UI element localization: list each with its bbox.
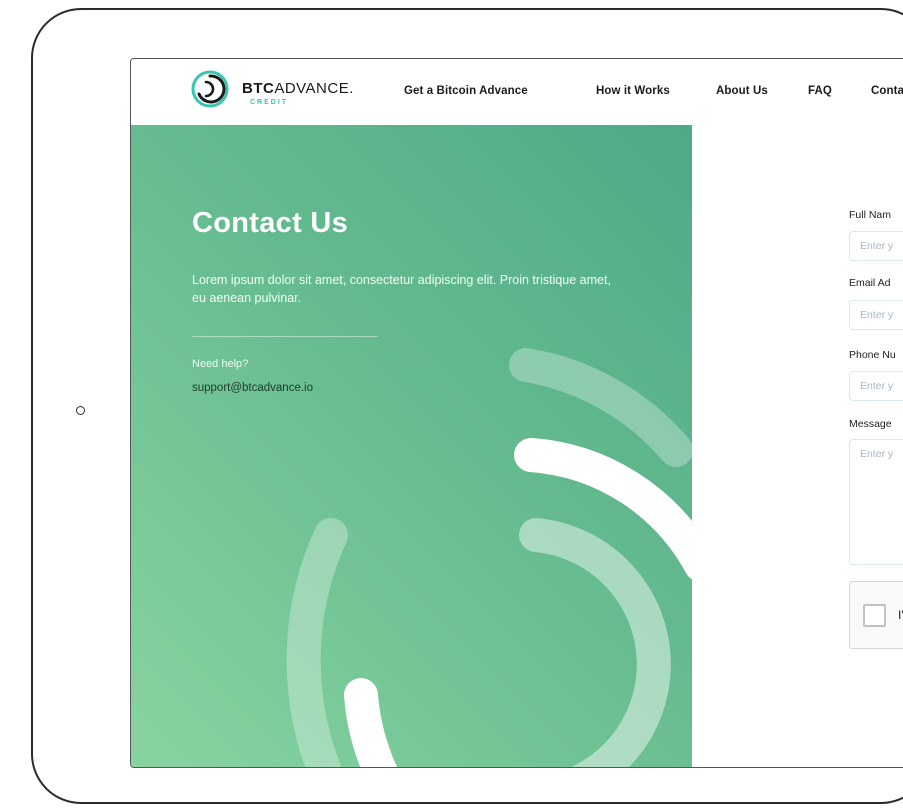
contact-hero-panel: Contact Us Lorem ipsum dolor sit amet, c… <box>131 125 692 767</box>
captcha-widget: I' <box>849 581 903 649</box>
nav-about-us[interactable]: About Us <box>716 85 768 97</box>
phone-label: Phone Nu <box>849 349 896 361</box>
page-description: Lorem ipsum dolor sit amet, consectetur … <box>192 273 611 305</box>
full-name-label: Full Nam <box>849 209 892 221</box>
full-name-input[interactable] <box>849 231 903 261</box>
brand-name-bold: BTC <box>242 80 275 97</box>
brand-name-rest: ADVANCE. <box>274 80 354 97</box>
message-label: Message <box>849 418 892 430</box>
nav-how-it-works[interactable]: How it Works <box>596 85 670 97</box>
tablet-home-button[interactable] <box>76 406 85 415</box>
brand-logo[interactable]: BTCADVANCE. CREDIT <box>190 69 365 115</box>
tablet-screen: BTCADVANCE. CREDIT Get a Bitcoin Advance… <box>130 58 903 768</box>
brand-name: BTCADVANCE. <box>242 80 354 97</box>
site-header: BTCADVANCE. CREDIT Get a Bitcoin Advance… <box>131 59 903 125</box>
email-input[interactable] <box>849 300 903 330</box>
nav-faq[interactable]: FAQ <box>808 85 832 97</box>
nav-get-bitcoin-advance[interactable]: Get a Bitcoin Advance <box>404 85 528 97</box>
phone-input[interactable] <box>849 371 903 401</box>
captcha-label: I' <box>898 608 903 622</box>
email-label: Email Ad <box>849 277 891 289</box>
page-title: Contact Us <box>192 207 349 239</box>
message-textarea[interactable] <box>849 439 903 565</box>
support-email-link[interactable]: support@btcadvance.io <box>192 382 313 394</box>
help-label: Need help? <box>192 358 249 370</box>
captcha-checkbox[interactable] <box>863 604 886 627</box>
brand-subtitle: CREDIT <box>250 99 289 106</box>
hero-divider <box>192 336 378 337</box>
brand-logo-icon <box>191 70 229 108</box>
nav-contact[interactable]: Conta <box>871 85 903 97</box>
